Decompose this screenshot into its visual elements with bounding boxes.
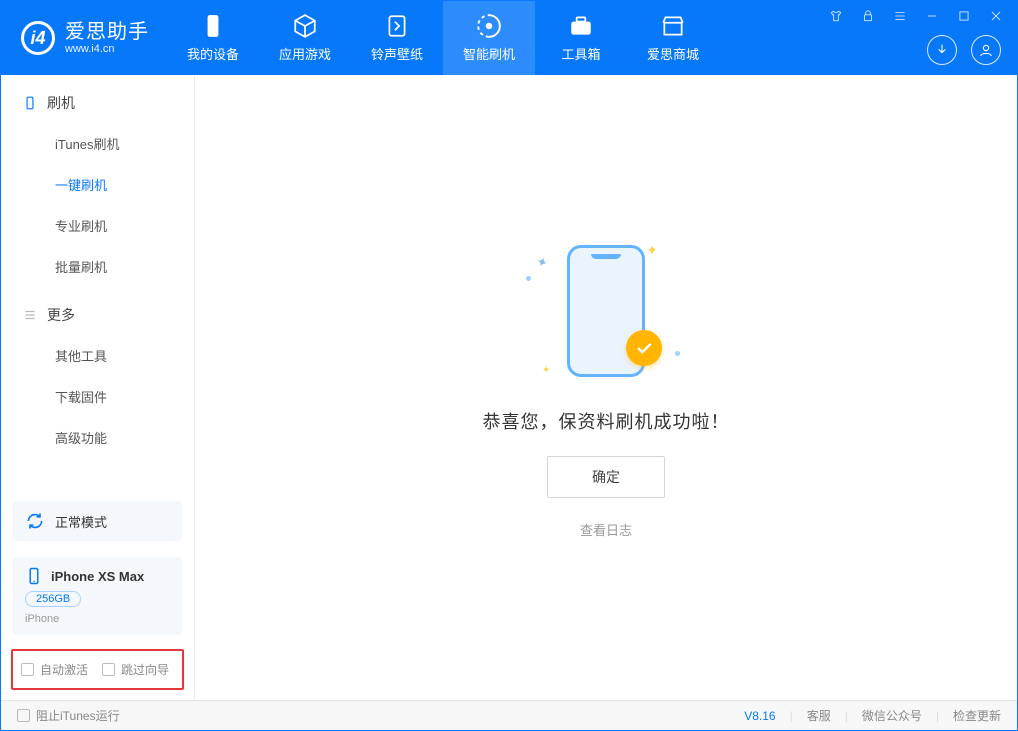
ringtone-icon — [384, 13, 410, 39]
check-badge-icon — [626, 330, 662, 366]
sidebar-item-advanced[interactable]: 高级功能 — [1, 417, 194, 458]
refresh-icon — [25, 511, 45, 531]
logo[interactable]: i4 爱思助手 www.i4.cn — [1, 1, 167, 75]
nav-store[interactable]: 爱思商城 — [627, 1, 719, 75]
nav-label: 爱思商城 — [647, 44, 699, 63]
sidebar-item-onekey-flash[interactable]: 一键刷机 — [1, 164, 194, 205]
checkbox-icon — [102, 663, 115, 676]
nav-my-device[interactable]: 我的设备 — [167, 1, 259, 75]
app-url: www.i4.cn — [65, 43, 149, 55]
mode-card[interactable]: 正常模式 — [13, 501, 182, 541]
checkbox-skip-guide[interactable]: 跳过向导 — [102, 661, 169, 678]
sidebar-item-batch-flash[interactable]: 批量刷机 — [1, 246, 194, 287]
maximize-icon[interactable] — [955, 7, 973, 25]
sparkle-icon: ✦ — [533, 253, 550, 273]
phone-icon — [200, 13, 226, 39]
nav-smart-flash[interactable]: 智能刷机 — [443, 1, 535, 75]
main-content: ✦ ✦ ✦ 恭喜您，保资料刷机成功啦！ 确定 查看日志 — [195, 75, 1017, 700]
nav-ringtone-wallpaper[interactable]: 铃声壁纸 — [351, 1, 443, 75]
sidebar-group-more: 更多 — [1, 287, 194, 335]
nav-label: 铃声壁纸 — [371, 44, 423, 63]
tshirt-icon[interactable] — [827, 7, 845, 25]
sidebar-item-itunes-flash[interactable]: iTunes刷机 — [1, 123, 194, 164]
statusbar: 阻止iTunes运行 V8.16 | 客服 | 微信公众号 | 检查更新 — [1, 700, 1017, 730]
lock-icon[interactable] — [859, 7, 877, 25]
mode-label: 正常模式 — [55, 512, 107, 531]
store-icon — [660, 13, 686, 39]
dot-icon — [675, 351, 680, 356]
flash-icon — [476, 13, 502, 39]
app-body: 刷机 iTunes刷机 一键刷机 专业刷机 批量刷机 更多 其他工具 下载固件 … — [1, 75, 1017, 700]
ok-button[interactable]: 确定 — [547, 456, 665, 498]
cube-icon — [292, 13, 318, 39]
success-illustration: ✦ ✦ ✦ — [526, 236, 686, 386]
titlebar: i4 爱思助手 www.i4.cn 我的设备 应用游戏 铃声壁纸 智能刷机 — [1, 1, 1017, 75]
dot-icon — [526, 276, 531, 281]
toolbox-icon — [568, 13, 594, 39]
nav-label: 工具箱 — [561, 44, 600, 63]
nav-label: 智能刷机 — [463, 44, 515, 63]
sidebar-group-title: 更多 — [47, 305, 75, 325]
logo-icon: i4 — [21, 21, 55, 55]
checkbox-block-itunes[interactable]: 阻止iTunes运行 — [17, 707, 120, 724]
checkbox-label: 阻止iTunes运行 — [36, 707, 120, 724]
sparkle-icon: ✦ — [646, 242, 658, 259]
wechat-link[interactable]: 微信公众号 — [862, 707, 922, 724]
nav-apps-games[interactable]: 应用游戏 — [259, 1, 351, 75]
checkbox-icon — [21, 663, 34, 676]
support-link[interactable]: 客服 — [807, 707, 831, 724]
device-name: iPhone XS Max — [51, 569, 144, 584]
checkbox-label: 自动激活 — [40, 661, 88, 678]
checkbox-icon — [17, 709, 30, 722]
top-nav: 我的设备 应用游戏 铃声壁纸 智能刷机 工具箱 爱思商城 — [167, 1, 719, 75]
checkbox-label: 跳过向导 — [121, 661, 169, 678]
nav-label: 应用游戏 — [279, 44, 331, 63]
list-icon — [23, 308, 37, 322]
window-controls — [827, 1, 1017, 25]
device-storage: 256GB — [25, 591, 81, 607]
download-icon[interactable] — [927, 35, 957, 65]
sidebar-group-title: 刷机 — [47, 93, 75, 113]
result-message: 恭喜您，保资料刷机成功啦！ — [483, 408, 730, 434]
phone-small-icon — [25, 567, 43, 585]
menu-icon[interactable] — [891, 7, 909, 25]
sparkle-icon: ✦ — [542, 365, 550, 376]
options-highlight: 自动激活 跳过向导 — [11, 649, 184, 690]
nav-label: 我的设备 — [187, 44, 239, 63]
sidebar-item-other-tools[interactable]: 其他工具 — [1, 335, 194, 376]
header-actions — [927, 35, 1001, 65]
device-subtitle: iPhone — [25, 613, 170, 625]
check-update-link[interactable]: 检查更新 — [953, 707, 1001, 724]
device-icon — [23, 96, 37, 110]
view-log-link[interactable]: 查看日志 — [580, 520, 632, 539]
checkbox-auto-activate[interactable]: 自动激活 — [21, 661, 88, 678]
version-label: V8.16 — [744, 709, 775, 723]
app-window: i4 爱思助手 www.i4.cn 我的设备 应用游戏 铃声壁纸 智能刷机 — [0, 0, 1018, 731]
sidebar-item-download-firmware[interactable]: 下载固件 — [1, 376, 194, 417]
sidebar: 刷机 iTunes刷机 一键刷机 专业刷机 批量刷机 更多 其他工具 下载固件 … — [1, 75, 195, 700]
device-card[interactable]: iPhone XS Max 256GB iPhone — [13, 557, 182, 635]
sidebar-group-flash: 刷机 — [1, 75, 194, 123]
user-icon[interactable] — [971, 35, 1001, 65]
close-icon[interactable] — [987, 7, 1005, 25]
minimize-icon[interactable] — [923, 7, 941, 25]
app-name: 爱思助手 — [65, 21, 149, 43]
sidebar-item-pro-flash[interactable]: 专业刷机 — [1, 205, 194, 246]
nav-toolbox[interactable]: 工具箱 — [535, 1, 627, 75]
